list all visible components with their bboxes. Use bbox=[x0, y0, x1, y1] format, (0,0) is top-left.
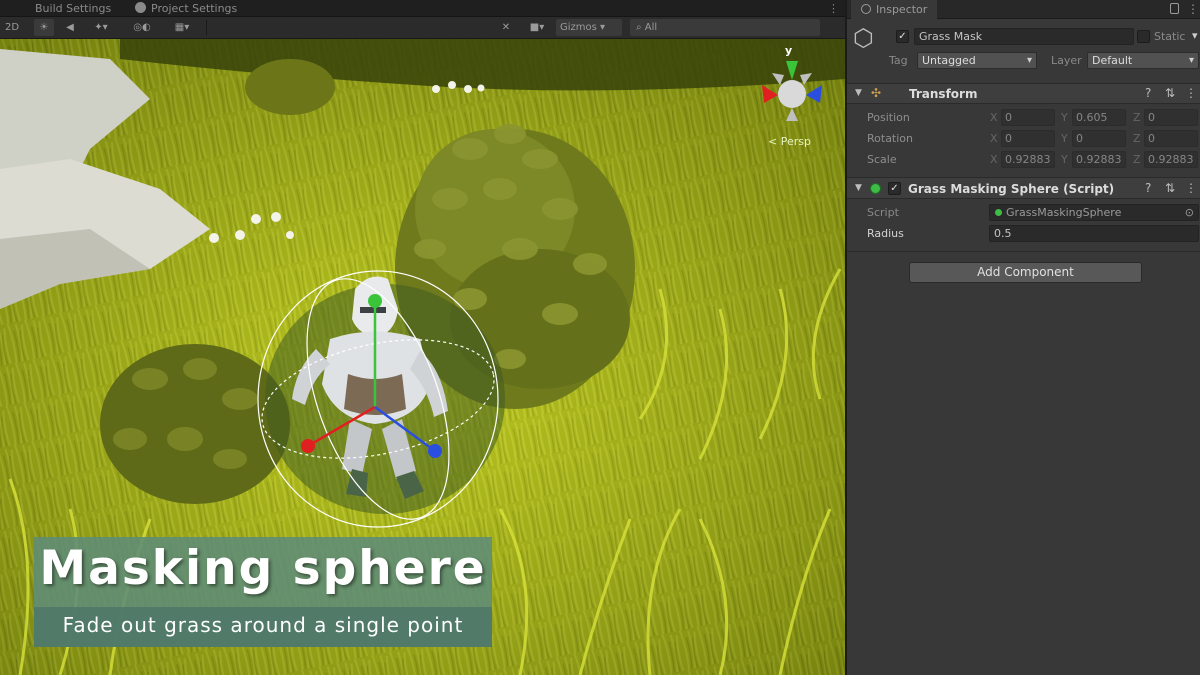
caption-subtitle-bar: Fade out grass around a single point bbox=[34, 607, 492, 647]
scale-y-field[interactable]: 0.92883 bbox=[1072, 151, 1126, 168]
radius-label: Radius bbox=[867, 227, 904, 240]
position-x-field[interactable]: 0 bbox=[1001, 109, 1055, 126]
inspector-panel: Inspector ⋮ ⬡ ✓ Grass Mask Static ▾ Tag … bbox=[845, 0, 1200, 675]
script-label: Script bbox=[867, 206, 899, 219]
script-object-value: GrassMaskingSphere bbox=[1006, 206, 1122, 219]
info-icon bbox=[861, 4, 871, 14]
scale-x-field[interactable]: 0.92883 bbox=[1001, 151, 1055, 168]
toolbar-separator bbox=[206, 20, 207, 35]
toggle-2d-label: 2D bbox=[4, 22, 20, 33]
rotation-z-label: Z bbox=[1133, 132, 1141, 145]
tab-build-settings[interactable]: Build Settings bbox=[35, 0, 111, 17]
scene-search-input[interactable]: ⌕ All bbox=[630, 19, 820, 36]
rotation-y-field[interactable]: 0 bbox=[1072, 130, 1126, 147]
layer-dropdown[interactable]: Default bbox=[1087, 52, 1199, 69]
foldout-arrow-icon[interactable]: ▼ bbox=[855, 183, 862, 193]
scale-y-label: Y bbox=[1061, 153, 1068, 166]
gear-icon bbox=[135, 2, 146, 13]
tab-inspector-label: Inspector bbox=[876, 3, 928, 16]
scale-label: Scale bbox=[867, 153, 897, 166]
tag-dropdown[interactable]: Untagged bbox=[917, 52, 1037, 69]
add-component-button[interactable]: Add Component bbox=[909, 262, 1142, 283]
scale-z-field[interactable]: 0.92883 bbox=[1144, 151, 1198, 168]
transform-header[interactable]: ▼ ✣ Transform ? ⇅ ⋮ bbox=[847, 83, 1200, 104]
grid-toggle-icon[interactable]: ▦▾ bbox=[166, 19, 198, 36]
camera-settings-icon[interactable]: ■▾ bbox=[522, 19, 552, 36]
script-object-field[interactable]: GrassMaskingSphere ⊙ bbox=[989, 204, 1199, 221]
scene-toolbar: 2D ☀ ◀ ✦▾ ◎◐ ▦▾ ✕ ■▾ Gizmos ▾ ⌕ All bbox=[0, 17, 845, 39]
hidden-objects-icon[interactable]: ◎◐ bbox=[122, 19, 162, 36]
tab-inspector[interactable]: Inspector bbox=[851, 0, 938, 19]
gameobject-cube-icon: ⬡ bbox=[853, 24, 874, 52]
toggle-2d-button[interactable]: 2D bbox=[2, 19, 22, 36]
inspector-tab-row: Inspector ⋮ bbox=[847, 0, 1200, 19]
layer-label: Layer bbox=[1051, 54, 1082, 67]
position-z-label: Z bbox=[1133, 111, 1141, 124]
rotation-y-label: Y bbox=[1061, 132, 1068, 145]
bush-small bbox=[245, 59, 335, 115]
transform-axes-icon: ✣ bbox=[871, 86, 882, 100]
scale-z-label: Z bbox=[1133, 153, 1141, 166]
transform-title: Transform bbox=[909, 87, 978, 101]
tab-build-settings-label: Build Settings bbox=[35, 2, 112, 15]
object-picker-icon[interactable]: ⊙ bbox=[1185, 205, 1194, 220]
component-menu-icon[interactable]: ⋮ bbox=[1185, 86, 1197, 100]
search-placeholder: All bbox=[644, 22, 658, 33]
rotation-z-field[interactable]: 0 bbox=[1144, 130, 1198, 147]
inspector-menu-icon[interactable]: ⋮ bbox=[1187, 2, 1199, 16]
caption-overlay: Masking sphere Fade out grass around a s… bbox=[34, 537, 492, 647]
caption-subtitle: Fade out grass around a single point bbox=[62, 613, 464, 637]
editor-tab-strip: Build Settings Project Settings ⋮ bbox=[0, 0, 845, 17]
tag-label: Tag bbox=[889, 54, 908, 67]
tab-project-settings-label: Project Settings bbox=[151, 2, 238, 15]
active-checkbox[interactable]: ✓ bbox=[896, 30, 909, 43]
position-z-field[interactable]: 0 bbox=[1144, 109, 1198, 126]
tab-strip-menu-icon[interactable]: ⋮ bbox=[828, 0, 839, 17]
rotation-x-field[interactable]: 0 bbox=[1001, 130, 1055, 147]
scale-x-label: X bbox=[990, 153, 998, 166]
rotation-x-label: X bbox=[990, 132, 998, 145]
position-y-label: Y bbox=[1061, 111, 1068, 124]
foldout-arrow-icon[interactable]: ▼ bbox=[855, 88, 862, 98]
gizmos-label: Gizmos bbox=[560, 22, 597, 33]
script-asset-icon bbox=[995, 209, 1002, 216]
caption-title: Masking sphere bbox=[39, 541, 487, 596]
search-icon: ⌕ bbox=[636, 22, 645, 33]
presets-icon[interactable]: ⇅ bbox=[1165, 181, 1175, 195]
position-y-field[interactable]: 0.605 bbox=[1072, 109, 1126, 126]
position-x-label: X bbox=[990, 111, 998, 124]
effects-toggle-icon[interactable]: ✦▾ bbox=[86, 19, 116, 36]
lighting-toggle-icon[interactable]: ☀ bbox=[34, 19, 54, 36]
divider bbox=[847, 251, 1200, 252]
script-status-icon bbox=[870, 183, 881, 194]
position-label: Position bbox=[867, 111, 910, 124]
gizmos-dropdown[interactable]: Gizmos ▾ bbox=[556, 19, 622, 36]
tab-project-settings[interactable]: Project Settings bbox=[135, 0, 237, 17]
tools-icon[interactable]: ✕ bbox=[496, 19, 516, 36]
persp-toggle[interactable]: < Persp bbox=[768, 135, 811, 148]
object-name-field[interactable]: Grass Mask bbox=[914, 28, 1134, 45]
static-dropdown-icon[interactable]: ▾ bbox=[1192, 29, 1198, 42]
component-enabled-checkbox[interactable]: ✓ bbox=[888, 182, 901, 195]
lock-icon[interactable] bbox=[1170, 3, 1179, 14]
static-label: Static bbox=[1154, 30, 1186, 43]
component-header[interactable]: ▼ ✓ Grass Masking Sphere (Script) ? ⇅ ⋮ bbox=[847, 177, 1200, 199]
radius-field[interactable]: 0.5 bbox=[989, 225, 1199, 242]
rotation-label: Rotation bbox=[867, 132, 914, 145]
component-menu-icon[interactable]: ⋮ bbox=[1185, 181, 1197, 195]
audio-toggle-icon[interactable]: ◀ bbox=[60, 19, 80, 36]
help-icon[interactable]: ? bbox=[1145, 86, 1151, 100]
presets-icon[interactable]: ⇅ bbox=[1165, 86, 1175, 100]
help-icon[interactable]: ? bbox=[1145, 181, 1151, 195]
static-checkbox[interactable] bbox=[1137, 30, 1150, 43]
component-title: Grass Masking Sphere (Script) bbox=[908, 182, 1115, 196]
orientation-axis-y-label: y bbox=[785, 44, 793, 57]
